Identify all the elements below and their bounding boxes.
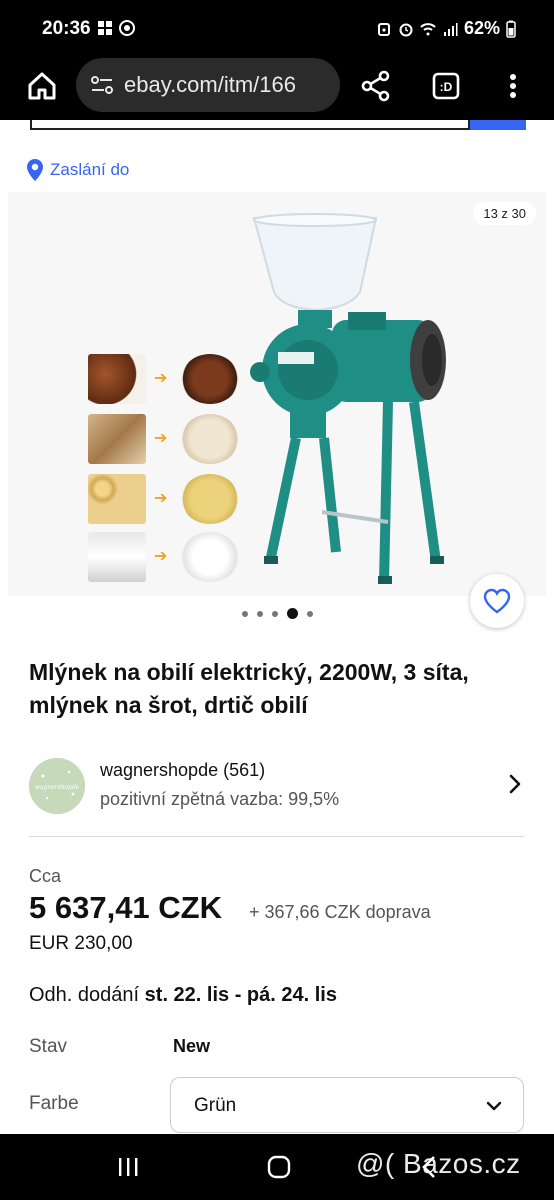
arrow-icon: ➔	[154, 490, 168, 507]
seller-name[interactable]: wagnershopde (561)	[100, 760, 265, 781]
site-settings-icon[interactable]	[90, 74, 114, 96]
browser-toolbar: ebay.com/itm/166 :D	[0, 58, 554, 120]
shipping-cost: + 367,66 CZK doprava	[249, 902, 431, 922]
ship-to-link[interactable]: Zaslání do	[26, 158, 129, 182]
condition-value: New	[173, 1036, 211, 1056]
lock-app-icon	[377, 22, 390, 36]
delivery-range: st. 22. lis - pá. 24. lis	[144, 984, 337, 1006]
estimated-delivery: Odh. dodání st. 22. lis - pá. 24. lis	[29, 984, 337, 1007]
arrow-icon: ➔	[154, 430, 168, 447]
system-navigation-bar: @( Bazos.cz	[0, 1134, 554, 1200]
soy-flour-image	[181, 474, 239, 524]
condition-label: Stav	[29, 1036, 68, 1057]
gallery-dot[interactable]	[306, 610, 313, 617]
windows-icon	[98, 21, 112, 35]
ground-cocoa-image	[181, 354, 239, 404]
product-image-gallery[interactable]: 13 z 30 ➔ ➔ ➔ ➔	[8, 192, 546, 596]
tab-switcher-label: :D	[440, 80, 453, 94]
heart-icon	[483, 588, 511, 614]
gallery-dot-active[interactable]	[286, 608, 298, 619]
url-text[interactable]: ebay.com/itm/166	[124, 72, 296, 98]
gallery-dot[interactable]	[241, 610, 248, 617]
delivery-prefix: Odh. dodání	[29, 984, 140, 1006]
product-title: Mlýnek na obilí elektrický, 2200W, 3 sít…	[29, 659, 469, 718]
rice-image	[88, 532, 146, 582]
image-counter: 13 z 30	[473, 202, 536, 225]
wifi-icon	[420, 22, 436, 35]
seller-logo-icon: wagnershopde	[29, 758, 85, 814]
seller-avatar[interactable]: wagnershopde	[29, 758, 85, 814]
approx-label: Cca	[29, 866, 62, 886]
soybeans-image	[88, 474, 146, 524]
share-icon[interactable]	[356, 66, 396, 106]
status-notification-icons	[97, 20, 135, 36]
recent-apps-icon[interactable]	[116, 1156, 140, 1178]
section-divider	[29, 836, 525, 837]
signal-icon	[443, 22, 458, 36]
price: 5 637,41 CZK	[29, 890, 222, 925]
watermark: @( Bazos.cz	[356, 1148, 521, 1179]
rice-flour-image	[181, 532, 239, 582]
chevron-down-icon[interactable]	[485, 1098, 503, 1114]
location-pin-icon	[27, 159, 43, 181]
more-vert-icon[interactable]	[496, 66, 530, 106]
color-label: Farbe	[29, 1093, 79, 1114]
arrow-icon: ➔	[154, 370, 168, 387]
home-icon[interactable]	[22, 66, 62, 106]
dried-grain-image	[88, 414, 146, 464]
status-time: 20:36	[42, 18, 91, 39]
original-price-eur: EUR 230,00	[29, 933, 133, 954]
add-to-watchlist-button[interactable]	[470, 574, 524, 628]
tab-switcher-button[interactable]: :D	[426, 66, 466, 106]
alarm-icon	[399, 23, 413, 36]
seller-info-row[interactable]: wagnershopde wagnershopde (561) pozitivn…	[29, 756, 525, 836]
page-content: Zaslání do 13 z 30 ➔ ➔ ➔ ➔ Mlýnek na obi…	[0, 120, 554, 1134]
home-nav-icon[interactable]	[266, 1154, 292, 1180]
status-right: 62%	[376, 18, 516, 39]
gallery-dot[interactable]	[271, 610, 278, 617]
battery-percent: 62%	[463, 18, 500, 38]
chevron-right-icon[interactable]	[505, 772, 525, 796]
gallery-dot[interactable]	[256, 610, 263, 617]
address-bar[interactable]: ebay.com/itm/166	[76, 58, 340, 112]
color-select[interactable]: Grün	[170, 1077, 524, 1133]
aperture-icon	[119, 20, 135, 36]
battery-icon	[506, 20, 516, 38]
grain-mill-illustration	[250, 213, 446, 584]
color-select-value[interactable]: Grün	[194, 1095, 236, 1117]
grain-flour-image	[181, 414, 239, 464]
ship-to-label[interactable]: Zaslání do	[50, 160, 129, 180]
search-input[interactable]	[30, 120, 470, 130]
arrow-icon: ➔	[154, 548, 168, 565]
tab-switcher-icon: :D	[432, 72, 460, 100]
seller-feedback: pozitivní zpětná vazba: 99,5%	[100, 789, 340, 809]
search-button[interactable]	[470, 120, 526, 130]
cocoa-beans-image	[88, 354, 146, 404]
svg-text:wagnershopde: wagnershopde	[35, 784, 80, 791]
status-bar: 20:36 62%	[0, 0, 554, 58]
